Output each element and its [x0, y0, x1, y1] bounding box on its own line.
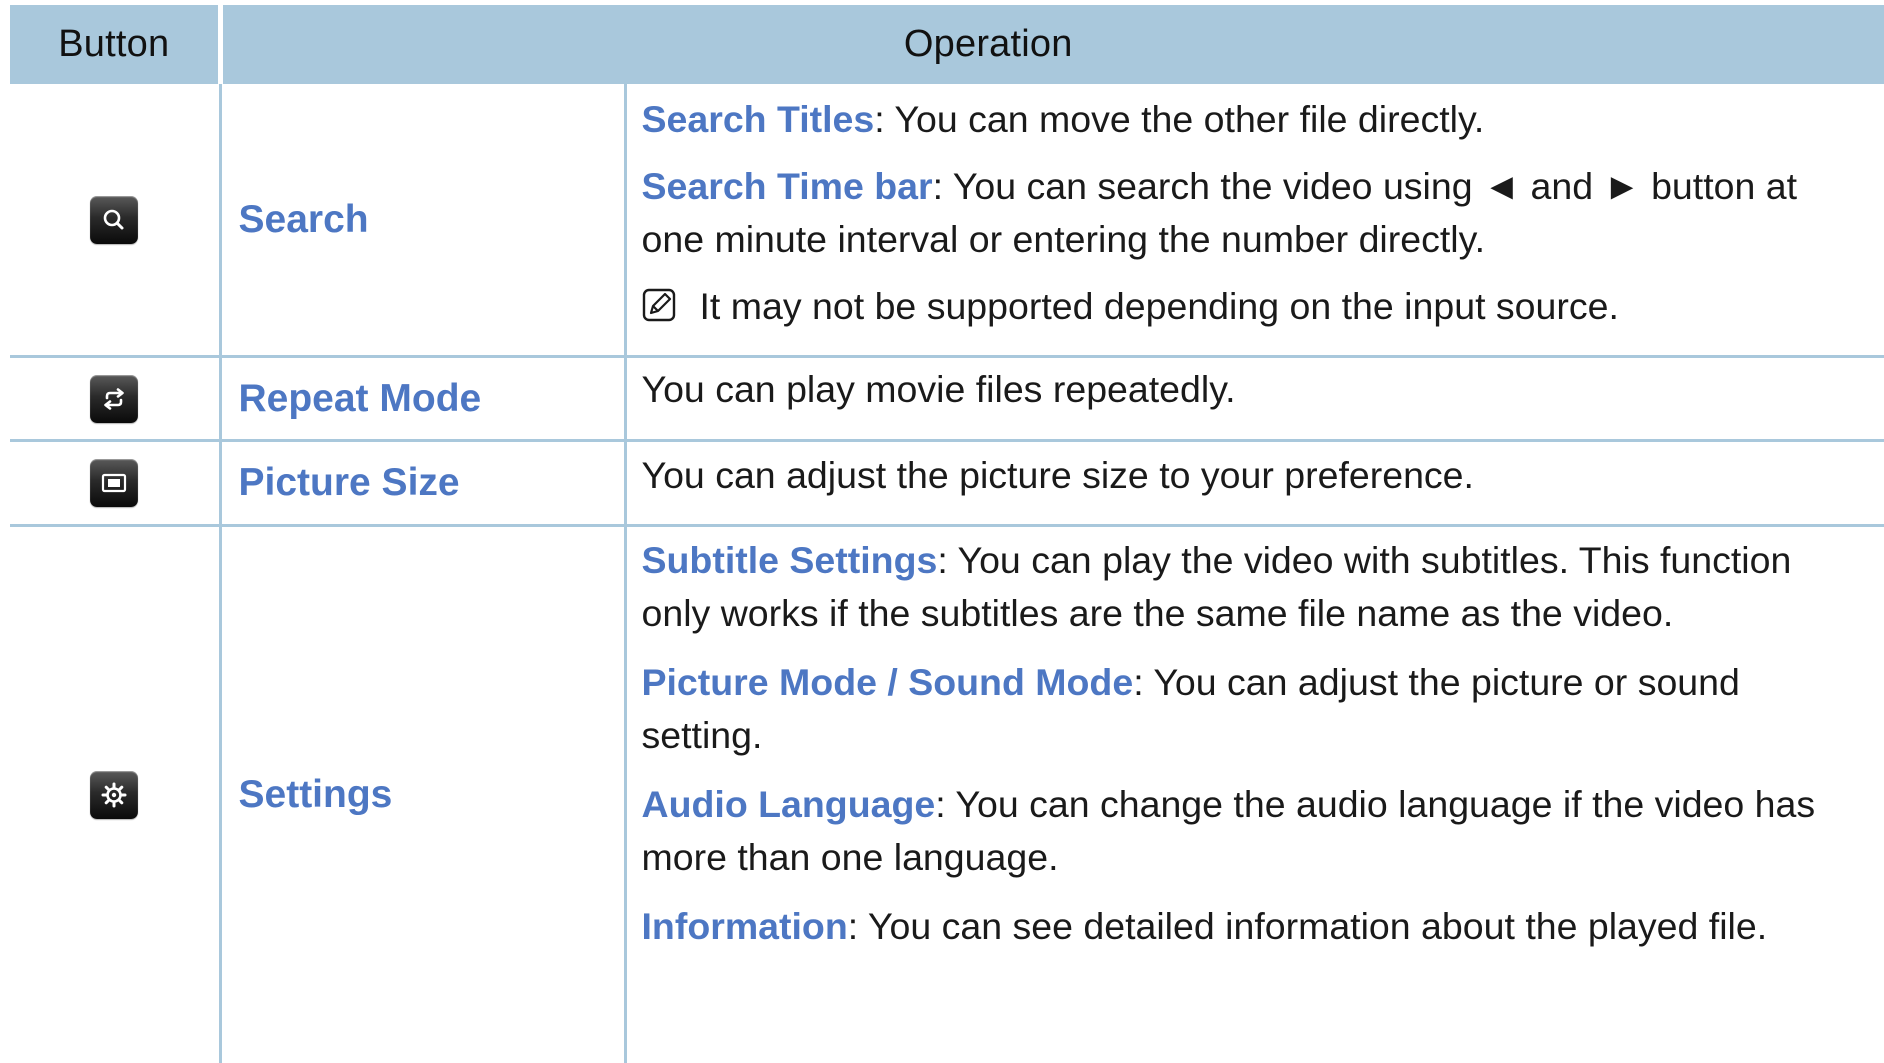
repeat-icon [90, 375, 138, 423]
term-label: Subtitle Settings [642, 539, 938, 581]
operation-cell: Search Titles: You can move the other fi… [625, 84, 1884, 357]
operation-cell: Subtitle Settings: You can play the vide… [625, 526, 1884, 1063]
picture-size-icon [90, 459, 138, 507]
term-label: Information [642, 905, 848, 947]
note-icon [642, 283, 676, 317]
note: It may not be supported depending on the… [642, 280, 1865, 333]
button-cell [10, 84, 220, 357]
operation-description: You can adjust the picture size to your … [642, 449, 1865, 502]
header-row: Button Operation [10, 5, 1884, 84]
button-cell [10, 441, 220, 526]
note-text: It may not be supported depending on the… [700, 285, 1619, 327]
table-row-repeat-mode: Repeat Mode You can play movie files rep… [10, 357, 1884, 441]
operation-cell: You can play movie files repeatedly. [625, 357, 1884, 441]
term-label: Search Time bar [642, 165, 933, 207]
table-row-search: Search Search Titles: You can move the o… [10, 84, 1884, 357]
operation-item: Audio Language: You can change the audio… [642, 778, 1865, 884]
term-label: Picture Mode / Sound Mode [642, 661, 1134, 703]
header-operation: Operation [220, 5, 1884, 84]
operation-item: Information: You can see detailed inform… [642, 900, 1865, 953]
operation-item: Picture Mode / Sound Mode: You can adjus… [642, 656, 1865, 762]
term-label: Search Titles [642, 98, 875, 140]
function-name-picture-size: Picture Size [220, 441, 625, 526]
operation-cell: You can adjust the picture size to your … [625, 441, 1884, 526]
page: Button Operation Search Search Titles: [0, 0, 1884, 1049]
operation-item: Subtitle Settings: You can play the vide… [642, 534, 1865, 640]
settings-gear-icon [90, 771, 138, 819]
operation-item: Search Titles: You can move the other fi… [642, 93, 1865, 146]
term-label: Audio Language [642, 783, 936, 825]
operation-item: Search Time bar: You can search the vide… [642, 160, 1865, 266]
term-description: : You can see detailed information about… [848, 905, 1767, 947]
button-cell [10, 526, 220, 1063]
search-icon [90, 196, 138, 244]
function-name-search: Search [220, 84, 625, 357]
function-name-repeat-mode: Repeat Mode [220, 357, 625, 441]
term-description: : You can move the other file directly. [874, 98, 1484, 140]
table-row-settings: Settings Subtitle Settings: You can play… [10, 526, 1884, 1063]
header-button: Button [10, 5, 220, 84]
table-row-picture-size: Picture Size You can adjust the picture … [10, 441, 1884, 526]
operations-table: Button Operation Search Search Titles: [10, 5, 1884, 1063]
function-name-settings: Settings [220, 526, 625, 1063]
button-cell [10, 357, 220, 441]
operation-description: You can play movie files repeatedly. [642, 363, 1865, 416]
